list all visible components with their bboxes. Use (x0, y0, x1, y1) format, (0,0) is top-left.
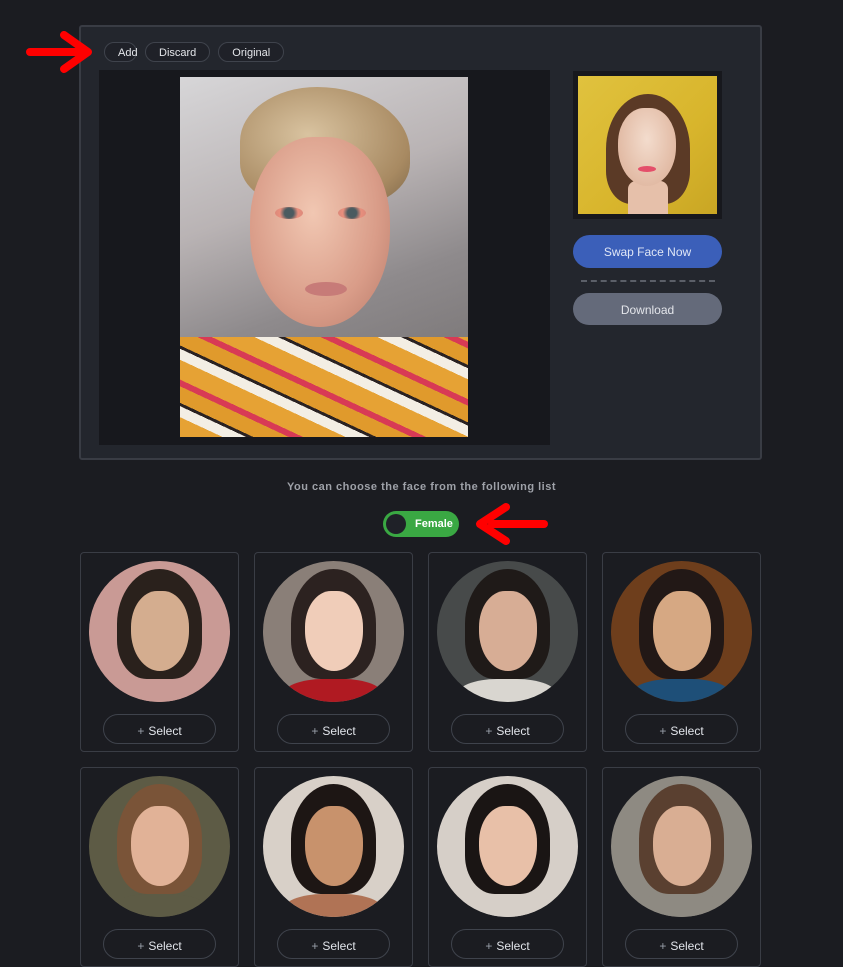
original-button[interactable]: Original (218, 42, 285, 62)
face-card: + Select (254, 552, 413, 752)
avatar-face (131, 591, 189, 671)
select-face-button[interactable]: + Select (451, 929, 564, 959)
face-avatar[interactable] (437, 561, 578, 702)
discard-button[interactable]: Discard (145, 42, 211, 62)
avatar-body (283, 679, 383, 702)
gender-toggle[interactable]: Female (383, 511, 459, 537)
face-avatar[interactable] (89, 776, 230, 917)
avatar-face (653, 806, 711, 886)
source-photo (180, 77, 468, 437)
select-face-button[interactable]: + Select (277, 714, 390, 744)
select-face-button[interactable]: + Select (451, 714, 564, 744)
face-card: + Select (428, 552, 587, 752)
avatar-face (305, 806, 363, 886)
avatar-face (653, 591, 711, 671)
target-face-photo (578, 76, 717, 214)
annotation-arrow-icon (476, 503, 548, 545)
avatar-body (631, 894, 731, 917)
select-label: Select (670, 939, 704, 953)
avatar-body (283, 894, 383, 917)
avatar-body (109, 894, 209, 917)
divider (581, 280, 715, 282)
avatar-body (631, 679, 731, 702)
face-avatar[interactable] (263, 561, 404, 702)
target-face-frame[interactable] (573, 71, 722, 219)
swap-face-button[interactable]: Swap Face Now (573, 235, 722, 268)
plus-icon: + (311, 939, 319, 953)
select-face-button[interactable]: + Select (625, 714, 738, 744)
photo-lips (305, 282, 347, 296)
select-label: Select (670, 724, 704, 738)
plus-icon: + (659, 939, 667, 953)
plus-icon: + (137, 724, 145, 738)
photo-face (250, 137, 390, 327)
select-label: Select (496, 939, 530, 953)
select-label: Select (496, 724, 530, 738)
face-card: + Select (602, 552, 761, 752)
avatar-face (479, 591, 537, 671)
avatar-body (457, 894, 557, 917)
plus-icon: + (311, 724, 319, 738)
photo-eye (275, 207, 303, 219)
annotation-arrow-icon (26, 31, 92, 73)
face-avatar[interactable] (437, 776, 578, 917)
face-card: + Select (80, 767, 239, 967)
face-grid: + Select + Select + Select + Select + Select + Sele… (80, 552, 761, 967)
select-label: Select (148, 939, 182, 953)
face-avatar[interactable] (611, 776, 752, 917)
download-button[interactable]: Download (573, 293, 722, 325)
toggle-label: Female (415, 518, 453, 530)
target-lips (638, 166, 656, 172)
editor-toolbar: Add Discard Original (104, 42, 285, 62)
face-avatar[interactable] (89, 561, 230, 702)
avatar-face (305, 591, 363, 671)
select-label: Select (322, 939, 356, 953)
avatar-face (131, 806, 189, 886)
plus-icon: + (485, 724, 493, 738)
face-list-hint: You can choose the face from the followi… (287, 481, 556, 493)
image-canvas (99, 70, 550, 445)
avatar-body (109, 679, 209, 702)
plus-icon: + (137, 939, 145, 953)
plus-icon: + (659, 724, 667, 738)
add-button[interactable]: Add (104, 42, 138, 62)
photo-eye (338, 207, 366, 219)
toggle-knob[interactable] (386, 514, 406, 534)
face-avatar[interactable] (611, 561, 752, 702)
face-card: + Select (428, 767, 587, 967)
editor-panel: Add Discard Original Swap Face Now Downl… (79, 25, 762, 460)
select-face-button[interactable]: + Select (103, 929, 216, 959)
select-label: Select (322, 724, 356, 738)
face-card: + Select (602, 767, 761, 967)
face-card: + Select (254, 767, 413, 967)
select-face-button[interactable]: + Select (103, 714, 216, 744)
photo-scarf (180, 337, 468, 437)
plus-icon: + (485, 939, 493, 953)
select-label: Select (148, 724, 182, 738)
select-face-button[interactable]: + Select (625, 929, 738, 959)
avatar-face (479, 806, 537, 886)
face-avatar[interactable] (263, 776, 404, 917)
target-face (618, 108, 676, 186)
avatar-body (457, 679, 557, 702)
face-card: + Select (80, 552, 239, 752)
select-face-button[interactable]: + Select (277, 929, 390, 959)
